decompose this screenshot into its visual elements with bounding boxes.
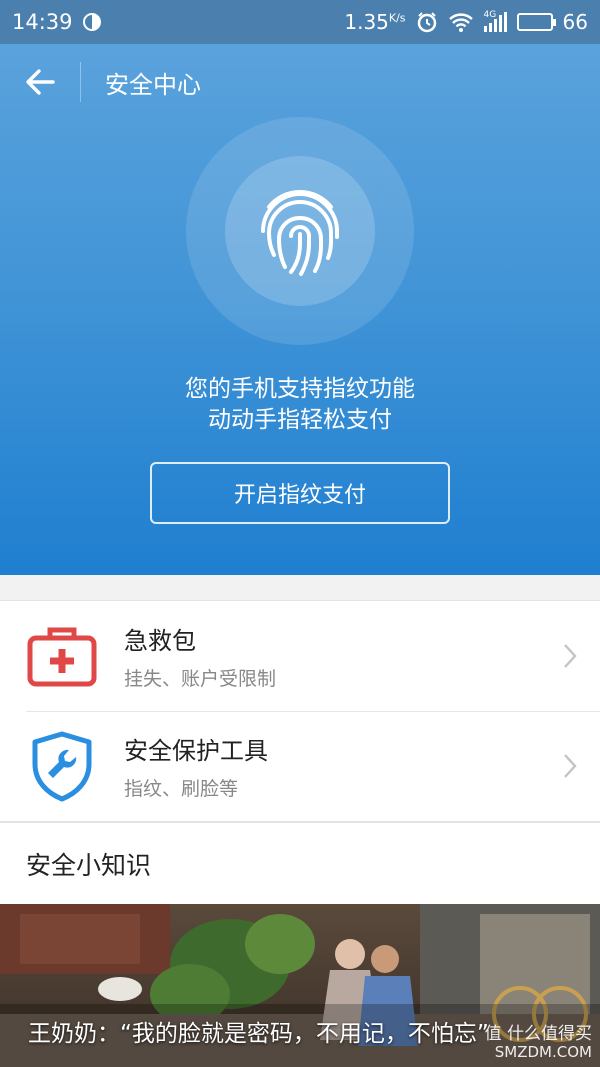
dnd-icon [82, 13, 101, 31]
watermark-line-1: 值 什么值得买 [484, 1024, 592, 1044]
menu-item-subtitle: 指纹、刷脸等 [124, 778, 239, 800]
hero-line-2: 动动手指轻松支付 [208, 407, 392, 433]
page-title: 安全中心 [105, 70, 201, 99]
status-bar: 14:39 1.35K/s 4G 66 [0, 0, 600, 44]
enable-fingerprint-pay-button[interactable]: 开启指纹支付 [150, 462, 450, 524]
nav-divider [80, 62, 81, 102]
menu-item-first-aid[interactable]: 急救包 挂失、账户受限制 [0, 601, 600, 711]
alarm-icon [417, 12, 436, 33]
security-tips-title: 安全小知识 [0, 822, 600, 904]
battery-percent: 66 [562, 10, 588, 34]
menu-item-protection-tools[interactable]: 安全保护工具 指纹、刷脸等 [0, 711, 600, 821]
status-time: 14:39 [12, 10, 73, 34]
network-type: 4G [483, 10, 497, 20]
menu-item-title: 急救包 [124, 627, 196, 655]
network-speed-value: 1.35 [344, 10, 389, 34]
network-speed-unit: K/s [388, 11, 406, 25]
watermark-line-2: SMZDM.COM [494, 1043, 592, 1061]
fingerprint-badge[interactable] [225, 156, 375, 306]
back-button[interactable] [0, 44, 80, 120]
chevron-right-icon [564, 754, 577, 778]
security-tip-banner[interactable]: 王奶奶：“我的脸就是密码，不用记，不怕忘” 值 什么值得买 SMZDM.COM [0, 904, 600, 1067]
menu-item-subtitle: 挂失、账户受限制 [124, 668, 277, 690]
status-right: 1.35K/s 4G 66 [344, 10, 588, 34]
security-menu: 急救包 挂失、账户受限制 安全保护工具 指纹、刷脸等 [0, 600, 600, 822]
chevron-right-icon [564, 644, 577, 668]
menu-item-title: 安全保护工具 [124, 737, 268, 765]
first-aid-kit-icon [27, 627, 97, 687]
watermark: 值 什么值得买 SMZDM.COM [485, 1025, 592, 1061]
nav-bar: 安全中心 [0, 44, 600, 120]
signal-icon: 4G [483, 10, 507, 32]
shield-wrench-icon [32, 731, 92, 802]
wifi-icon [448, 13, 473, 32]
back-arrow-icon [26, 69, 55, 95]
hero-line-1: 您的手机支持指纹功能 [185, 376, 415, 402]
network-speed: 1.35K/s [344, 10, 405, 34]
banner-caption: 王奶奶：“我的脸就是密码，不用记，不怕忘” [28, 1021, 489, 1047]
battery-icon [516, 13, 556, 31]
fingerprint-icon [261, 189, 339, 276]
hero-section: 安全中心 您的手机支持指纹功能 动动手指轻松支付 开启指纹支付 [0, 44, 600, 575]
hero-message: 您的手机支持指纹功能 动动手指轻松支付 [0, 374, 600, 436]
